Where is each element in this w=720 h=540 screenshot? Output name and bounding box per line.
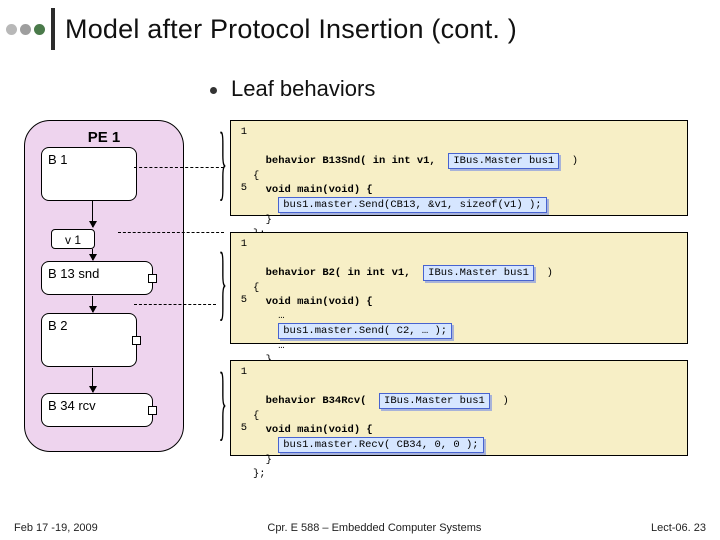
connector-dashed [118,232,224,233]
port-icon [148,406,157,415]
code-line: } [253,454,272,466]
arrow-down-icon [92,296,93,312]
line-number: 1 [233,365,247,379]
title-bar [51,8,55,50]
code-b13snd: 1 5 behavior B13Snd( in int v1, IBus.Mast… [230,120,688,216]
highlight: bus1.master.Send( C2, … ); [278,323,452,339]
code-line: behavior B2( in int v1, [266,267,411,279]
block-label: B 34 rcv [42,394,152,417]
line-number: 5 [233,421,247,435]
block-b34rcv: B 34 rcv [41,393,153,427]
page-title: Model after Protocol Insertion (cont. ) [65,14,517,45]
code-tail: ) [490,395,509,407]
dot-icon [20,24,31,35]
block-b2: B 2 [41,313,137,367]
block-label: B 13 snd [42,262,152,285]
block-label: B 1 [42,148,136,171]
bullet-icon [210,87,217,94]
block-b13snd: B 13 snd [41,261,153,295]
code-b34rcv: 1 5 behavior B34Rcv( IBus.Master bus1 ) {… [230,360,688,456]
highlight: IBus.Master bus1 [423,265,534,281]
arrow-down-icon [92,249,93,260]
port-icon [148,274,157,283]
brace-icon: } [219,238,227,334]
brace-icon: } [219,358,227,454]
code-line: … [253,310,285,322]
footer-course: Cpr. E 588 – Embedded Computer Systems [267,522,481,534]
line-number: 1 [233,125,247,139]
arrow-down-icon [92,368,93,392]
slide-footer: Feb 17 -19, 2009 Cpr. E 588 – Embedded C… [0,522,720,534]
highlight: IBus.Master bus1 [448,153,559,169]
code-line: void main(void) { [253,184,373,196]
block-label: B 2 [42,314,136,337]
code-line: { [253,410,259,422]
code-line: { [253,170,259,182]
code-line: behavior B13Snd( in int v1, [266,155,436,167]
code-line: void main(void) { [253,424,373,436]
connector-dashed [134,304,216,305]
connector-dashed [134,167,224,168]
code-line: { [253,282,259,294]
decoration-dots [6,24,45,35]
slide-header: Model after Protocol Insertion (cont. ) [0,0,720,56]
port-icon [132,336,141,345]
dot-icon [34,24,45,35]
code-b2: 1 5 behavior B2( in int v1, IBus.Master b… [230,232,688,344]
code-line: } [253,214,272,226]
line-number: 5 [233,181,247,195]
footer-page: Lect-06. 23 [651,522,706,534]
code-line: behavior B34Rcv( [266,395,367,407]
line-number: 1 [233,237,247,251]
dot-icon [6,24,17,35]
code-line: void main(void) { [253,296,373,308]
footer-date: Feb 17 -19, 2009 [14,522,98,534]
code-line: … [253,340,285,352]
code-tail: ) [559,155,578,167]
pe-title: PE 1 [25,129,183,146]
subheading-text: Leaf behaviors [231,76,375,102]
block-v1: v 1 [51,229,95,249]
subheading: Leaf behaviors [210,76,720,102]
code-tail: ) [534,267,553,279]
highlight: bus1.master.Recv( CB34, 0, 0 ); [278,437,483,453]
code-line: }; [253,468,266,480]
brace-icon: } [219,118,227,214]
highlight: bus1.master.Send(CB13, &v1, sizeof(v1) )… [278,197,546,213]
block-b1: B 1 [41,147,137,201]
highlight: IBus.Master bus1 [379,393,490,409]
pe-panel: PE 1 B 1 v 1 B 13 snd B 2 B 34 rcv [24,120,184,452]
line-number: 5 [233,293,247,307]
arrow-down-icon [92,201,93,227]
